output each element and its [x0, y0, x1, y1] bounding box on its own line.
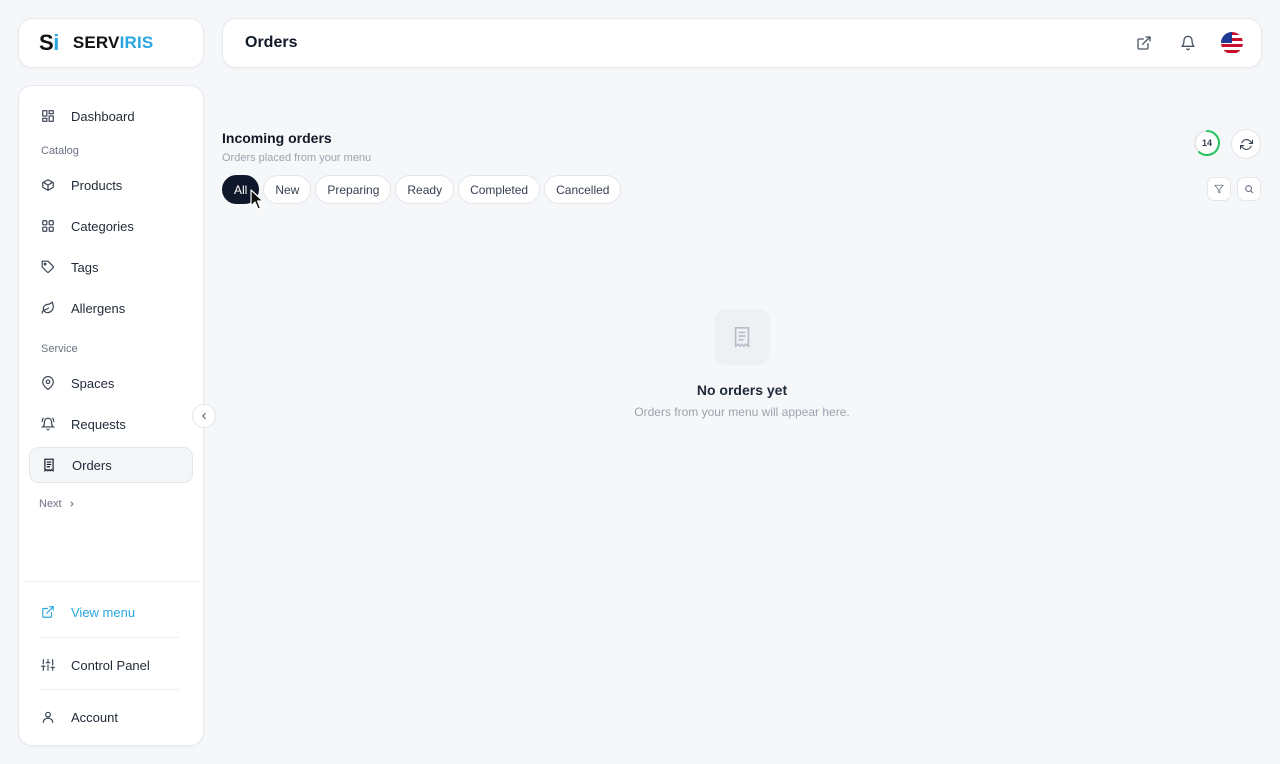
empty-state-subtitle: Orders from your menu will appear here.: [634, 405, 850, 419]
sidebar-item-categories[interactable]: Categories: [29, 208, 193, 244]
sidebar-item-account[interactable]: Account: [29, 699, 193, 735]
sidebar-divider: [39, 689, 179, 690]
section-label-catalog: Catalog: [41, 145, 79, 157]
page-title: Orders: [245, 34, 298, 51]
external-link-icon: [1137, 36, 1151, 50]
bell-icon: [1181, 35, 1195, 51]
sidebar-collapse-button[interactable]: [192, 404, 216, 428]
brand-mark: Si: [39, 30, 59, 55]
sliders-icon: [41, 658, 55, 672]
tab-completed[interactable]: Completed: [458, 175, 541, 204]
sidebar-item-products[interactable]: Products: [29, 167, 193, 203]
bell-ring-icon: [41, 417, 55, 431]
sidebar-item-label: Orders: [72, 457, 112, 473]
language-flag-icon[interactable]: [1221, 32, 1243, 54]
brand-logo[interactable]: Si SERVIRIS: [18, 18, 204, 68]
order-status-tabs: All New Preparing Ready Completed Cancel…: [222, 175, 622, 204]
brand-name: SERVIRIS: [72, 33, 154, 52]
tab-preparing[interactable]: Preparing: [315, 175, 392, 204]
section-title: Incoming orders: [222, 130, 332, 146]
chevron-left-icon: [202, 412, 206, 420]
sidebar-item-label: Requests: [71, 416, 126, 432]
sidebar-item-label: Tags: [71, 259, 99, 275]
empty-state-title: No orders yet: [696, 382, 788, 398]
auto-refresh-counter: 14: [1193, 129, 1221, 157]
tab-all[interactable]: All: [222, 175, 260, 204]
sidebar-item-control-panel[interactable]: Control Panel: [29, 647, 193, 683]
filter-button[interactable]: [1207, 177, 1231, 201]
search-icon: [1245, 185, 1254, 194]
box-icon: [41, 178, 55, 192]
notifications-button[interactable]: [1177, 32, 1199, 54]
sidebar-divider: [23, 581, 201, 582]
top-header: Orders: [222, 18, 1262, 68]
leaf-icon: [41, 301, 55, 315]
empty-state-icon: [714, 309, 770, 365]
refresh-icon: [1239, 138, 1253, 150]
sidebar-item-label: Products: [71, 177, 123, 193]
search-button[interactable]: [1237, 177, 1261, 201]
filter-icon: [1214, 184, 1224, 194]
grid-icon: [41, 219, 55, 233]
sidebar-item-dashboard[interactable]: Dashboard: [29, 98, 193, 134]
next-label: Next: [39, 498, 62, 510]
tab-cancelled[interactable]: Cancelled: [544, 175, 622, 204]
sidebar-item-label: View menu: [71, 604, 136, 620]
refresh-button[interactable]: [1231, 129, 1261, 159]
sidebar-item-view-menu[interactable]: View menu: [29, 594, 193, 630]
sidebar-item-spaces[interactable]: Spaces: [29, 365, 193, 401]
sidebar-divider: [39, 637, 179, 638]
sidebar-item-label: Dashboard: [71, 108, 135, 124]
receipt-icon: [734, 327, 750, 348]
sidebar: Dashboard Catalog Products Categories Ta…: [18, 85, 204, 746]
dashboard-icon: [41, 109, 55, 123]
sidebar-item-orders[interactable]: Orders: [29, 447, 193, 483]
sidebar-item-label: Categories: [71, 218, 134, 234]
chevron-right-icon: [70, 501, 74, 507]
external-link-icon: [41, 605, 55, 619]
sidebar-item-label: Spaces: [71, 375, 115, 391]
sidebar-item-allergens[interactable]: Allergens: [29, 290, 193, 326]
tab-new[interactable]: New: [263, 175, 312, 204]
sidebar-item-tags[interactable]: Tags: [29, 249, 193, 285]
map-pin-icon: [41, 376, 55, 390]
section-subtitle: Orders placed from your menu: [222, 152, 372, 164]
external-link-button[interactable]: [1133, 32, 1155, 54]
sidebar-item-label: Control Panel: [71, 657, 150, 673]
sidebar-item-label: Allergens: [71, 300, 126, 316]
counter-value: 14: [1201, 138, 1212, 148]
tab-ready[interactable]: Ready: [395, 175, 455, 204]
receipt-icon: [42, 458, 56, 472]
user-icon: [41, 710, 55, 724]
sidebar-next-link[interactable]: Next: [39, 498, 76, 510]
sidebar-item-requests[interactable]: Requests: [29, 406, 193, 442]
sidebar-item-label: Account: [71, 709, 118, 725]
tag-icon: [41, 260, 55, 274]
section-label-service: Service: [41, 343, 78, 355]
